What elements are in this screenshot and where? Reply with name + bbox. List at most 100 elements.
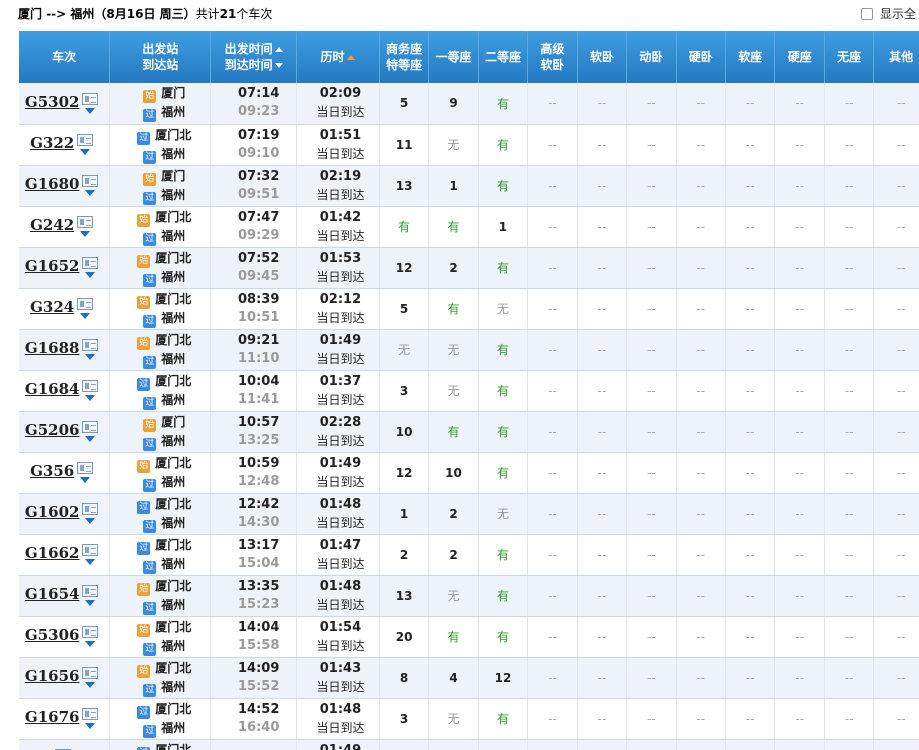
expand-arrow-icon[interactable] (85, 272, 96, 278)
train-number-link[interactable]: G1680 (25, 175, 80, 193)
first-seat-cell[interactable]: 无 (428, 329, 479, 371)
expand-arrow-icon[interactable] (80, 477, 91, 483)
first-seat-cell[interactable] (428, 739, 479, 750)
stop-info-icon[interactable] (77, 216, 94, 228)
train-number-link[interactable]: G5306 (25, 626, 80, 644)
business-seat-cell[interactable]: 2 (379, 534, 430, 576)
col-arrive-label[interactable]: 到达时间 (225, 58, 273, 72)
business-seat-cell[interactable]: 5 (379, 288, 430, 330)
train-number-link[interactable]: G322 (30, 134, 74, 152)
train-row[interactable]: G324 始厦门北过福州 08:39 10:51 02:12 当日到达 5 有 无 -- -- -- -… (19, 288, 919, 330)
stop-info-icon[interactable] (82, 380, 99, 392)
expand-arrow-icon[interactable] (85, 190, 96, 196)
second-seat-cell[interactable]: 有 (478, 411, 529, 453)
train-number-link[interactable]: G5206 (25, 421, 80, 439)
train-row[interactable]: G1684 过厦门北过福州 10:04 11:41 01:37 当日到达 3 无有 -- -- --… (19, 370, 919, 412)
train-row[interactable]: G5306 始厦门北过福州 14:04 15:58 01:54 当日到达 20 有 有 -- -- -… (19, 616, 919, 658)
col-depart-label[interactable]: 出发时间 (225, 42, 273, 56)
second-seat-cell[interactable]: 有 (478, 616, 529, 658)
first-seat-cell[interactable]: 有 (428, 616, 479, 658)
business-seat-cell[interactable]: 有 (379, 206, 430, 248)
expand-arrow-icon[interactable] (85, 107, 96, 114)
expand-arrow-icon[interactable] (85, 559, 96, 565)
expand-arrow-icon[interactable] (80, 313, 91, 319)
stop-info-icon[interactable] (82, 339, 99, 351)
business-seat-cell[interactable]: 5 (379, 83, 430, 125)
stop-info-icon[interactable] (77, 298, 94, 310)
second-seat-cell[interactable]: 1 (478, 206, 529, 248)
business-seat-cell[interactable]: 10 (379, 411, 430, 453)
expand-arrow-icon[interactable] (80, 231, 91, 237)
second-seat-cell[interactable]: 有 (478, 165, 529, 207)
stop-info-icon[interactable] (82, 667, 99, 679)
train-number-link[interactable]: G1602 (25, 503, 80, 521)
second-seat-cell[interactable]: 12 (478, 657, 529, 699)
stop-info-icon[interactable] (82, 175, 99, 187)
show-all-checkbox[interactable] (861, 8, 873, 20)
business-seat-cell[interactable]: 8 (379, 657, 430, 699)
expand-arrow-icon[interactable] (85, 723, 96, 729)
second-seat-cell[interactable]: 有 (478, 534, 529, 576)
train-row[interactable]: G1662 过厦门北过福州 13:17 15:04 01:47 当日到达 2 2 有 -- -- --… (19, 534, 919, 576)
expand-arrow-icon[interactable] (85, 600, 96, 606)
train-number-link[interactable]: G356 (30, 462, 74, 480)
expand-arrow-icon[interactable] (85, 682, 96, 688)
second-seat-cell[interactable]: 有 (478, 83, 529, 125)
expand-arrow-icon[interactable] (80, 149, 91, 155)
business-seat-cell[interactable]: 无 (379, 329, 430, 371)
stop-info-icon[interactable] (82, 257, 99, 269)
train-number-link[interactable]: G1662 (25, 544, 80, 562)
show-all-toggle[interactable]: 显示全 (861, 5, 916, 22)
expand-arrow-icon[interactable] (85, 395, 96, 401)
first-seat-cell[interactable]: 无 (428, 124, 479, 166)
expand-arrow-icon[interactable] (85, 641, 96, 647)
business-seat-cell[interactable]: 13 (379, 575, 430, 617)
second-seat-cell[interactable] (478, 739, 529, 750)
stop-info-icon[interactable] (82, 92, 99, 105)
first-seat-cell[interactable]: 无 (428, 698, 479, 740)
col-duration-label[interactable]: 历时 (320, 50, 344, 64)
train-row[interactable]: G1602 过厦门北过福州 12:42 14:30 01:48 当日到达 1 2 无 -- -- --… (19, 493, 919, 535)
stop-info-icon[interactable] (77, 134, 94, 146)
business-seat-cell[interactable]: 20 (379, 616, 430, 658)
expand-arrow-icon[interactable] (85, 436, 96, 442)
second-seat-cell[interactable]: 有 (478, 329, 529, 371)
business-seat-cell[interactable]: 13 (379, 165, 430, 207)
second-seat-cell[interactable]: 有 (478, 698, 529, 740)
stop-info-icon[interactable] (82, 626, 99, 638)
train-number-link[interactable]: G5302 (25, 93, 80, 111)
first-seat-cell[interactable]: 有 (428, 288, 479, 330)
stop-info-icon[interactable] (77, 462, 94, 474)
second-seat-cell[interactable]: 有 (478, 124, 529, 166)
stop-info-icon[interactable] (82, 503, 99, 515)
business-seat-cell[interactable]: 3 (379, 698, 430, 740)
second-seat-cell[interactable]: 有 (478, 247, 529, 289)
second-seat-cell[interactable]: 无 (478, 288, 529, 330)
first-seat-cell[interactable]: 10 (428, 452, 479, 494)
second-seat-cell[interactable]: 有 (478, 575, 529, 617)
first-seat-cell[interactable]: 1 (428, 165, 479, 207)
col-duration[interactable]: 历时 (296, 31, 380, 83)
first-seat-cell[interactable]: 2 (428, 247, 479, 289)
first-seat-cell[interactable]: 有 (428, 206, 479, 248)
business-seat-cell[interactable]: 12 (379, 247, 430, 289)
train-row[interactable]: G242 始厦门北过福州 07:47 09:29 01:42 当日到达 有 有 1 -- -- -- -… (19, 206, 919, 248)
train-number-link[interactable]: G324 (30, 298, 74, 316)
first-seat-cell[interactable]: 无 (428, 575, 479, 617)
first-seat-cell[interactable]: 2 (428, 534, 479, 576)
first-seat-cell[interactable]: 无 (428, 370, 479, 412)
train-number-link[interactable]: G1688 (25, 339, 80, 357)
train-row[interactable]: G1656 始厦门北过福州 14:09 15:52 01:43 当日到达 8 4 12 -- -- -… (19, 657, 919, 699)
train-number-link[interactable]: G1676 (25, 708, 80, 726)
second-seat-cell[interactable]: 无 (478, 493, 529, 535)
train-row[interactable]: G356 始厦门北过福州 10:59 12:48 01:49 当日到达 12 10 有 -- -- -… (19, 452, 919, 494)
train-number-link[interactable]: G1654 (25, 585, 80, 603)
sort-active-icon[interactable] (347, 55, 356, 60)
expand-arrow-icon[interactable] (85, 354, 96, 360)
first-seat-cell[interactable]: 有 (428, 411, 479, 453)
train-row[interactable]: G1688 始厦门北过福州 09:21 11:10 01:49 当日到达 无 无 有 -- -- --… (19, 329, 919, 371)
train-row[interactable]: G322 过厦门北过福州 07:19 09:10 01:51 当日到达 11 无有 -- -- --… (19, 124, 919, 166)
train-number-link[interactable]: G1684 (25, 380, 80, 398)
stop-info-icon[interactable] (82, 544, 99, 556)
business-seat-cell[interactable]: 12 (379, 452, 430, 494)
